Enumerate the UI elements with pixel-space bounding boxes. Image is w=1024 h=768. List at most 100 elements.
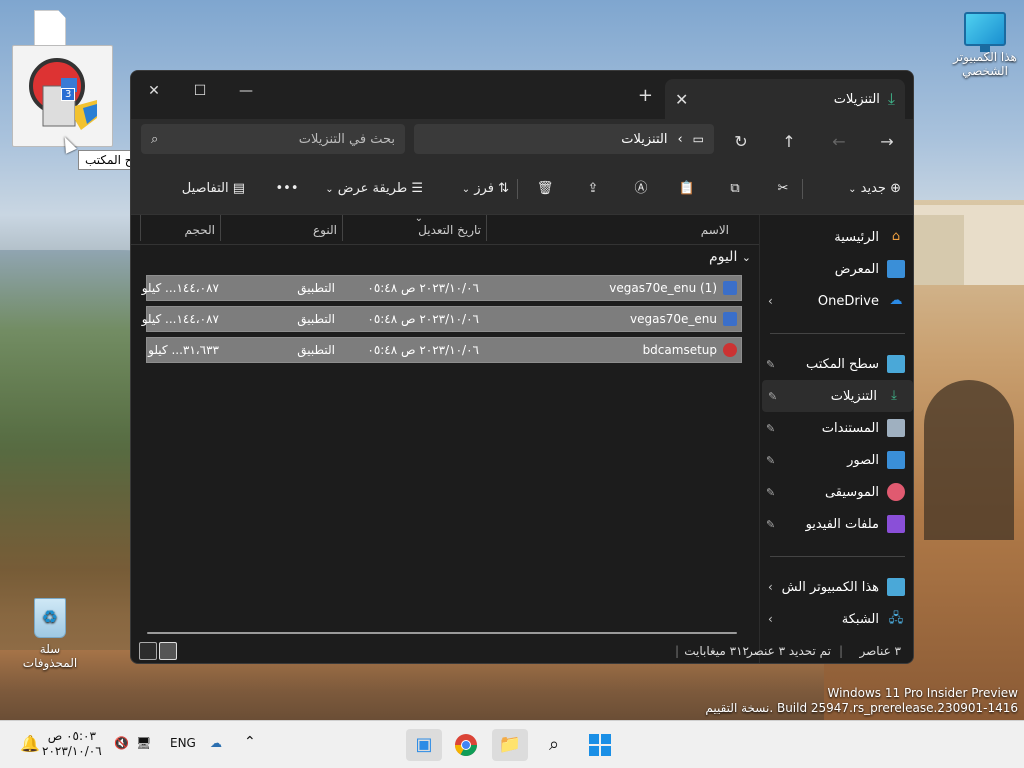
more-options-button[interactable]: ••• [275, 177, 299, 201]
volume-muted-icon[interactable]: 🔇 [114, 736, 129, 750]
tiles-view-icon[interactable] [139, 642, 157, 660]
tab-title: التنزيلات [833, 91, 880, 107]
column-header-modified[interactable]: تاريخ التعديل [418, 223, 481, 237]
search-input[interactable]: بحث في التنزيلات ⌕ [141, 124, 405, 154]
pinned-app-icon[interactable]: ▣ [406, 729, 442, 761]
file-type: التطبيق [297, 312, 335, 326]
pin-icon: ✎ [766, 421, 776, 435]
close-window-button[interactable]: ✕ [131, 77, 177, 105]
pin-icon: ✎ [768, 389, 778, 403]
view-label: طريقة عرض [337, 181, 408, 196]
chevron-right-icon[interactable]: › [768, 612, 773, 626]
file-type: التطبيق [297, 343, 335, 357]
sort-button[interactable]: ⇅ فرز ⌄ [462, 177, 509, 201]
search-placeholder: بحث في التنزيلات [298, 131, 395, 147]
refresh-icon[interactable]: ↻ [727, 129, 755, 155]
sort-label: فرز [474, 181, 494, 196]
rename-icon[interactable]: Ⓐ [627, 177, 655, 201]
sidebar-item-this-pc[interactable]: هذا الكمبيوتر الش › [760, 571, 913, 603]
desktop-folder-icon [887, 355, 905, 373]
column-header-name[interactable]: الاسم [701, 223, 729, 237]
documents-icon [887, 419, 905, 437]
sidebar-item-network[interactable]: 🖧 الشبكة › [760, 603, 913, 635]
start-windows-icon[interactable] [582, 729, 618, 761]
column-header-type[interactable]: النوع [313, 223, 337, 237]
chevron-up-icon[interactable]: ⌃ [244, 734, 256, 750]
command-bar: ⊕ جديد ⌄ ✂ ⧉ 📋 Ⓐ ⇪ 🗑 ⇅ فرز ⌄ ☰ طريقة عرض… [131, 163, 913, 215]
tab-close-button[interactable]: ✕ [675, 90, 688, 109]
search-icon[interactable]: ⌕ [536, 729, 572, 761]
title-bar[interactable]: ✕ ☐ — + ⤓ التنزيلات ✕ [131, 71, 913, 119]
minimize-button[interactable]: — [223, 77, 269, 105]
chevron-right-icon[interactable]: › [768, 580, 773, 594]
file-row[interactable]: bdcamsetup ٢٠٢٣/١٠/٠٦ ص ٠٥:٤٨ التطبيق ٣١… [146, 337, 742, 363]
onedrive-tray-icon[interactable]: ☁ [210, 736, 222, 750]
chrome-icon[interactable] [448, 729, 484, 761]
breadcrumb-item[interactable]: التنزيلات [621, 132, 667, 147]
sidebar-item-onedrive[interactable]: ☁ OneDrive › [760, 285, 913, 317]
clock[interactable]: ٠٥:٠٣ ص ٢٠٢٣/١٠/٠٦ [42, 729, 102, 759]
breadcrumb[interactable]: ▭ › التنزيلات [414, 124, 714, 154]
sidebar-divider [770, 333, 905, 334]
sidebar-item-gallery[interactable]: المعرض [760, 253, 913, 285]
horizontal-scrollbar[interactable] [147, 632, 737, 634]
desktop-icon-label: هذا الكمبيوتر الشخصي [953, 50, 1017, 78]
sidebar-item-documents[interactable]: المستندات ✎ [760, 412, 913, 444]
pictures-icon [887, 451, 905, 469]
new-button[interactable]: ⊕ جديد ⌄ [848, 177, 901, 201]
file-size: ١٤٤،٠٨٧... كيلو [141, 312, 219, 326]
sidebar-item-pictures[interactable]: الصور ✎ [760, 444, 913, 476]
language-indicator[interactable]: ENG [170, 736, 196, 750]
details-view-icon[interactable] [159, 642, 177, 660]
file-row[interactable]: vegas70e_enu ٢٠٢٣/١٠/٠٦ ص ٠٥:٤٨ التطبيق … [142, 306, 742, 332]
column-header-size[interactable]: الحجم [185, 223, 215, 237]
sidebar-item-label: هذا الكمبيوتر الش [781, 579, 879, 595]
file-row[interactable]: vegas70e_enu (1) ٢٠٢٣/١٠/٠٦ ص ٠٥:٤٨ التط… [142, 275, 742, 301]
desktop-icon-label: سلة المحذوفات [22, 642, 78, 670]
up-arrow-icon[interactable]: ↑ [775, 129, 803, 155]
sidebar-item-label: التنزيلات [830, 388, 877, 404]
copy-icon[interactable]: ⧉ [721, 177, 749, 201]
sidebar-item-desktop[interactable]: سطح المكتب ✎ [760, 348, 913, 380]
tab-downloads[interactable]: ⤓ التنزيلات ✕ [665, 79, 905, 119]
pin-icon: ✎ [766, 357, 776, 371]
list-view-icon: ☰ [411, 181, 423, 196]
sidebar-item-downloads[interactable]: ⤓ التنزيلات ✎ [762, 380, 913, 412]
monitor-icon [887, 578, 905, 596]
forward-arrow-icon[interactable]: ← [825, 129, 853, 155]
installer-icon [723, 281, 737, 295]
toolbar-divider [517, 179, 518, 199]
installer-icon [723, 312, 737, 326]
paste-icon[interactable]: 📋 [673, 177, 701, 201]
pin-icon: ✎ [766, 485, 776, 499]
file-size: ٣١،٦٣٣... كيلو [148, 343, 219, 357]
file-explorer-icon[interactable]: 📁 [492, 729, 528, 761]
taskbar: 🔔 ٠٥:٠٣ ص ٢٠٢٣/١٠/٠٦ 🔇 🖥 ENG ☁ ⌃ ▣ 📁 ⌕ [0, 720, 1024, 768]
column-headers: الاسم تاريخ التعديل ⌄ النوع الحجم [131, 213, 759, 245]
new-tab-button[interactable]: + [638, 85, 653, 106]
sidebar-item-videos[interactable]: ملفات الفيديو ✎ [760, 508, 913, 540]
sidebar-item-music[interactable]: الموسيقى ✎ [760, 476, 913, 508]
cut-icon[interactable]: ✂ [769, 177, 797, 201]
chevron-right-icon[interactable]: › [768, 294, 773, 308]
file-modified: ٢٠٢٣/١٠/٠٦ ص ٠٥:٤٨ [367, 281, 479, 295]
desktop-recycle-bin[interactable]: ♻ سلة المحذوفات [14, 598, 86, 670]
network-status-icon[interactable]: 🖥 [136, 736, 151, 750]
watermark-build: نسخة التقييم. Build 25947.rs_prerelease.… [705, 701, 1018, 715]
chevron-down-icon: ⌄ [325, 184, 334, 195]
pin-icon: ✎ [766, 453, 776, 467]
details-pane-button[interactable]: ▤ التفاصيل [182, 177, 245, 201]
back-arrow-icon[interactable]: → [873, 129, 901, 155]
sidebar-item-home[interactable]: ⌂ الرئيسية [760, 221, 913, 253]
desktop-this-pc[interactable]: هذا الكمبيوتر الشخصي [950, 12, 1020, 78]
notification-bell-icon[interactable]: 🔔 [20, 734, 40, 753]
share-icon[interactable]: ⇪ [579, 177, 607, 201]
monitor-icon: ▭ [692, 132, 704, 146]
group-header-today[interactable]: ⌄ اليوم [709, 249, 751, 265]
view-button[interactable]: ☰ طريقة عرض ⌄ [325, 177, 423, 201]
desktop-file-icon[interactable] [34, 10, 66, 48]
group-label: اليوم [709, 249, 738, 265]
delete-icon[interactable]: 🗑 [531, 177, 559, 201]
monitor-icon [964, 12, 1006, 52]
maximize-button[interactable]: ☐ [177, 77, 223, 105]
